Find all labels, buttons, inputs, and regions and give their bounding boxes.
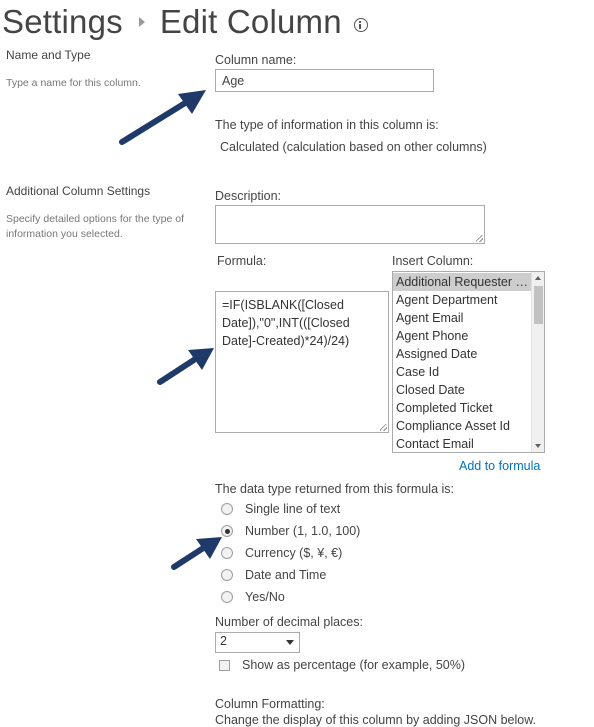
formula-line: =IF(ISBLANK([Closed [222,298,344,312]
scroll-up-icon[interactable] [535,276,541,280]
formula-line: Date]),"0",INT(([Closed [222,316,350,330]
radio-label: Date and Time [245,568,327,582]
scroll-thumb[interactable] [534,286,543,324]
page-title: Edit Column [159,3,342,40]
scroll-down-icon[interactable] [535,444,541,448]
listbox-scrollbar[interactable] [531,272,544,452]
decimal-places-label: Number of decimal places: [215,615,363,629]
list-item[interactable]: Additional Requester Email [393,273,531,291]
list-item[interactable]: Agent Department [393,291,531,309]
annotation-arrow-icon [171,537,222,570]
chevron-down-icon [286,640,294,645]
return-type-radio-group: Single line of text Number (1, 1.0, 100)… [221,498,360,608]
decimal-places-value: 2 [220,634,227,648]
radio-label: Yes/No [245,590,285,604]
list-item[interactable]: Agent Phone [393,327,531,345]
description-textarea[interactable] [215,205,485,244]
radio-option-currency[interactable]: Currency ($, ¥, €) [221,542,360,564]
list-item[interactable]: Completed Ticket [393,399,531,417]
radio-option-yesno[interactable]: Yes/No [221,586,360,608]
radio-button[interactable] [221,591,233,603]
column-formatting-label: Column Formatting: [215,697,325,711]
radio-option-text[interactable]: Single line of text [221,498,360,520]
radio-button[interactable] [221,569,233,581]
page-header: Settings Edit Column [2,0,368,44]
list-item[interactable]: Case Id [393,363,531,381]
radio-label: Currency ($, ¥, €) [245,546,343,560]
radio-label: Number (1, 1.0, 100) [245,524,361,538]
radio-button[interactable] [221,503,233,515]
type-info-label: The type of information in this column i… [215,118,439,132]
list-item[interactable]: Contact Email [393,435,531,452]
resize-grip-icon[interactable] [476,235,483,242]
annotation-arrow-icon [119,90,206,145]
column-name-label: Column name: [215,53,297,67]
add-to-formula-link[interactable]: Add to formula [459,459,540,473]
annotation-arrow-icon [157,348,214,385]
breadcrumb-separator-icon [138,17,145,27]
radio-option-datetime[interactable]: Date and Time [221,564,360,586]
radio-button-selected[interactable] [221,525,233,537]
show-percentage-checkbox[interactable] [219,659,230,671]
additional-settings-heading: Additional Column Settings [6,184,151,198]
additional-settings-description-1: Specify detailed options for the type of [6,213,185,225]
show-percentage-label: Show as percentage (for example, 50%) [242,658,466,672]
radio-button[interactable] [221,547,233,559]
name-type-heading: Name and Type [6,48,91,62]
name-type-description: Type a name for this column. [6,77,141,89]
resize-grip-icon[interactable] [380,424,387,431]
list-item[interactable]: Compliance Asset Id [393,417,531,435]
list-item[interactable]: Assigned Date [393,345,531,363]
show-percentage-row[interactable]: Show as percentage (for example, 50%) [219,658,465,672]
list-item[interactable]: Closed Date [393,381,531,399]
radio-label: Single line of text [245,502,341,516]
breadcrumb-settings-link[interactable]: Settings [2,3,123,41]
additional-settings-description-2: information you selected. [6,228,123,240]
return-type-label: The data type returned from this formula… [215,482,454,496]
radio-option-number[interactable]: Number (1, 1.0, 100) [221,520,360,542]
list-item[interactable]: Agent Email [393,309,531,327]
formula-textarea[interactable]: =IF(ISBLANK([Closed Date]),"0",INT(([Clo… [215,291,389,433]
formula-label: Formula: [217,254,267,268]
insert-column-listbox[interactable]: Additional Requester Email Agent Departm… [392,271,545,453]
formula-line: Date]-Created)*24)/24) [222,334,350,348]
description-label: Description: [215,189,281,203]
decimal-places-select[interactable]: 2 [215,632,300,653]
column-name-input[interactable] [215,69,434,92]
insert-column-label: Insert Column: [392,254,474,268]
column-type-value: Calculated (calculation based on other c… [220,140,487,154]
info-icon[interactable] [353,18,368,32]
